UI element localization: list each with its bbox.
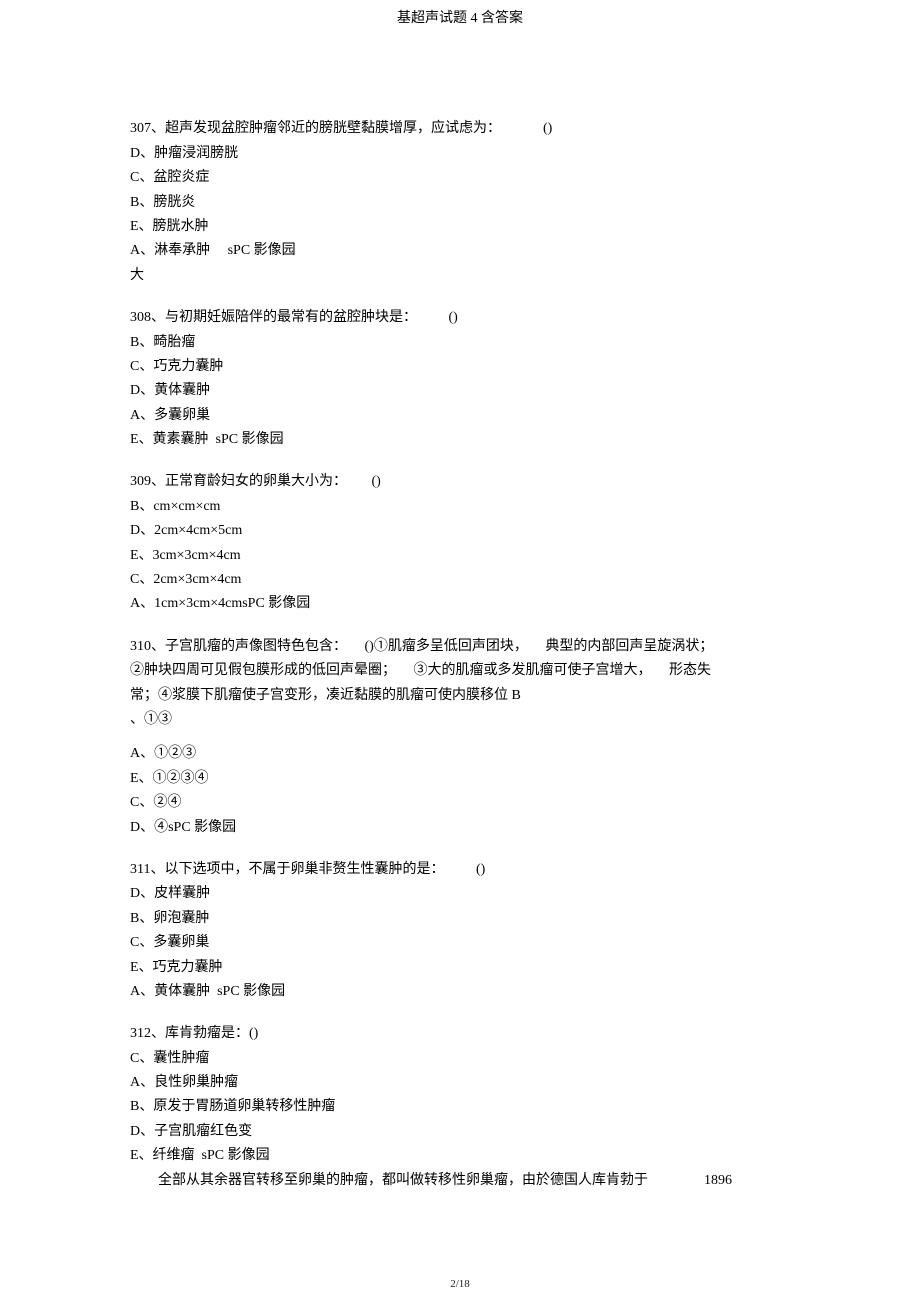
- question-stem-line: 常；④浆膜下肌瘤使子宫变形，凑近黏膜的肌瘤可使内膜移位 B: [130, 685, 790, 707]
- option-line: D、黄体囊肿: [130, 380, 790, 402]
- option-line: D、子宫肌瘤红色变: [130, 1121, 790, 1143]
- option-line: D、皮样囊肿: [130, 883, 790, 905]
- option-line: D、肿瘤浸润膀胱: [130, 143, 790, 165]
- page-header-title: 基超声试题 4 含答案: [0, 0, 920, 38]
- question-stem: 309、正常育龄妇女的卵巢大小为： (): [130, 471, 790, 493]
- question-312: 312、库肯勃瘤是：() C、囊性肿瘤 A、良性卵巢肿瘤 B、原发于胃肠道卵巢转…: [130, 1023, 790, 1192]
- option-line: C、多囊卵巢: [130, 932, 790, 954]
- option-line: A、①②③: [130, 743, 790, 765]
- question-stem-line: ②肿块四周可见假包膜形成的低回声晕圈； ③大的肌瘤或多发肌瘤可使子宫增大， 形态…: [130, 660, 790, 682]
- option-line: A、1cm×3cm×4cmsPC 影像园: [130, 593, 790, 615]
- option-line: A、黄体囊肿 sPC 影像园: [130, 981, 790, 1003]
- question-stem: 312、库肯勃瘤是：(): [130, 1023, 790, 1045]
- option-line: E、巧克力囊肿: [130, 957, 790, 979]
- option-line: C、巧克力囊肿: [130, 356, 790, 378]
- question-stem: 307、超声发现盆腔肿瘤邻近的膀胱壁黏膜增厚，应试虑为： (): [130, 118, 790, 140]
- question-310: 310、子宫肌瘤的声像图特色包含： ()①肌瘤多呈低回声团块， 典型的内部回声呈…: [130, 636, 790, 839]
- option-line: B、cm×cm×cm: [130, 496, 790, 518]
- question-307: 307、超声发现盆腔肿瘤邻近的膀胱壁黏膜增厚，应试虑为： () D、肿瘤浸润膀胱…: [130, 118, 790, 287]
- question-stem: 311、以下选项中，不属于卵巢非赘生性囊肿的是： (): [130, 859, 790, 881]
- option-line: E、3cm×3cm×4cm: [130, 545, 790, 567]
- option-line: C、盆腔炎症: [130, 167, 790, 189]
- question-308: 308、与初期妊娠陪伴的最常有的盆腔肿块是： () B、畸胎瘤 C、巧克力囊肿 …: [130, 307, 790, 451]
- option-line: A、良性卵巢肿瘤: [130, 1072, 790, 1094]
- question-311: 311、以下选项中，不属于卵巢非赘生性囊肿的是： () D、皮样囊肿 B、卵泡囊…: [130, 859, 790, 1003]
- option-line: B、原发于胃肠道卵巢转移性肿瘤: [130, 1096, 790, 1118]
- question-stem-line: 310、子宫肌瘤的声像图特色包含： ()①肌瘤多呈低回声团块， 典型的内部回声呈…: [130, 636, 790, 658]
- option-line: E、①②③④: [130, 768, 790, 790]
- question-stem-line: 、①③: [130, 709, 790, 731]
- option-line: 大: [130, 265, 790, 287]
- option-line: E、纤维瘤 sPC 影像园: [130, 1145, 790, 1167]
- option-line: C、2cm×3cm×4cm: [130, 569, 790, 591]
- option-line: E、膀胱水肿: [130, 216, 790, 238]
- question-footnote: 全部从其余器官转移至卵巢的肿瘤，都叫做转移性卵巢瘤，由於德国人库肯勃于 1896: [130, 1170, 790, 1192]
- option-line: E、黄素囊肿 sPC 影像园: [130, 429, 790, 451]
- option-line: B、畸胎瘤: [130, 332, 790, 354]
- page-number: 2/18: [0, 1276, 920, 1294]
- option-line: A、多囊卵巢: [130, 405, 790, 427]
- question-stem: 308、与初期妊娠陪伴的最常有的盆腔肿块是： (): [130, 307, 790, 329]
- option-line: D、2cm×4cm×5cm: [130, 520, 790, 542]
- option-line: C、囊性肿瘤: [130, 1048, 790, 1070]
- option-line: B、膀胱炎: [130, 192, 790, 214]
- option-line: D、④sPC 影像园: [130, 817, 790, 839]
- question-309: 309、正常育龄妇女的卵巢大小为： () B、cm×cm×cm D、2cm×4c…: [130, 471, 790, 615]
- page-content: 307、超声发现盆腔肿瘤邻近的膀胱壁黏膜增厚，应试虑为： () D、肿瘤浸润膀胱…: [0, 38, 920, 1236]
- option-line: A、淋奉承肿 sPC 影像园: [130, 240, 790, 262]
- option-line: C、②④: [130, 792, 790, 814]
- option-line: B、卵泡囊肿: [130, 908, 790, 930]
